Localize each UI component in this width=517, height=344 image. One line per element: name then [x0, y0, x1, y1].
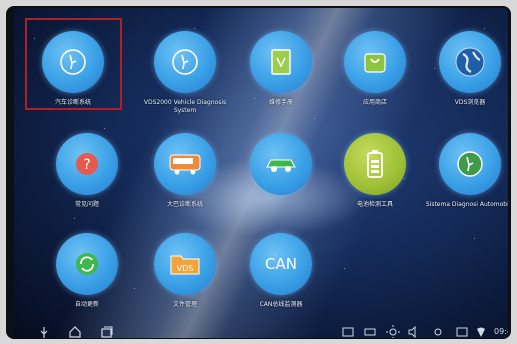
screenshot-icon[interactable]: [342, 326, 354, 338]
home-icon[interactable]: [68, 325, 82, 338]
clock-time: 09:49: [494, 327, 508, 336]
recent-apps-icon[interactable]: [100, 325, 114, 338]
car-icon: [250, 133, 312, 195]
app-label: 大巴诊断系统: [166, 201, 203, 208]
app-battery[interactable]: 电池检测工具: [330, 133, 420, 233]
app-label: 自动更新: [74, 301, 99, 308]
app-self-update[interactable]: 自动更新: [42, 233, 132, 333]
settings-icon[interactable]: [432, 326, 444, 338]
can-text: CAN: [265, 255, 297, 273]
app-bus[interactable]: 大巴诊断系统: [140, 133, 230, 233]
svg-text:?: ?: [83, 157, 90, 173]
vds-folder-icon: VDS: [154, 233, 216, 295]
book-icon: [250, 31, 312, 93]
globe-icon: [439, 31, 501, 93]
app-sistema[interactable]: Sistema Diagnosi Automobile: [425, 133, 508, 233]
app-label: 维修手册: [268, 99, 293, 106]
app-manual[interactable]: 维修手册: [236, 31, 326, 131]
app-file-manager[interactable]: VDS 文件管理: [140, 233, 230, 333]
store-bag-icon: [344, 31, 406, 93]
usb-icon: [40, 327, 48, 338]
bus-icon: [154, 133, 216, 195]
notification-icon[interactable]: [456, 326, 468, 338]
brightness-icon[interactable]: [386, 325, 400, 338]
app-store[interactable]: 应用商店: [330, 31, 420, 131]
app-can[interactable]: CAN CAN总线监测器: [236, 233, 326, 333]
app-vds2000[interactable]: VDS2000 Vehicle Diagnosis System: [140, 31, 230, 131]
app-label: 文件管理: [172, 301, 197, 308]
can-icon: CAN: [250, 233, 312, 295]
app-label: 常见问题: [74, 201, 99, 208]
system-bar: 09:49: [28, 322, 508, 338]
app-label: VDS浏览器: [454, 99, 486, 106]
selection-highlight-box: [25, 18, 122, 110]
wifi-icon: [477, 327, 485, 337]
app-label: VDS2000 Vehicle Diagnosis System: [143, 99, 227, 114]
folder-text: VDS: [177, 264, 194, 273]
question-icon: ?: [56, 133, 118, 195]
battery-icon: [344, 133, 406, 195]
volume-icon[interactable]: [408, 326, 420, 338]
app-label: 电池检测工具: [356, 201, 393, 208]
app-car[interactable]: [236, 133, 326, 233]
diagnosis-probe-icon: [439, 133, 501, 195]
app-label: Sistema Diagnosi Automobile: [425, 201, 508, 208]
diagnosis-probe-icon: [154, 31, 216, 93]
keyboard-icon[interactable]: [364, 326, 376, 338]
app-faq[interactable]: ? 常见问题: [42, 133, 132, 233]
app-vds-web[interactable]: VDS浏览器: [425, 31, 508, 131]
update-icon: [56, 233, 118, 295]
app-label: 应用商店: [362, 99, 387, 106]
app-label: CAN总线监测器: [259, 301, 303, 308]
